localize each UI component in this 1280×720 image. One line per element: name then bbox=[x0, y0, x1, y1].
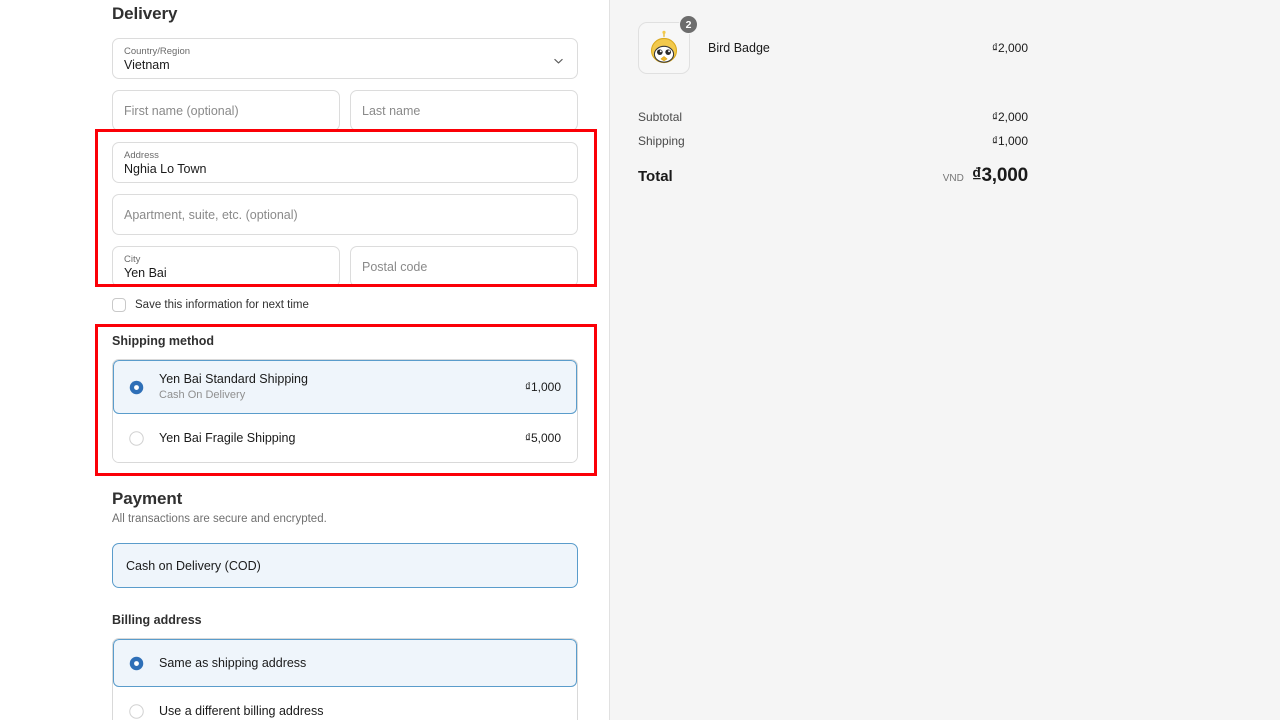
shipping-option-fragile[interactable]: Yen Bai Fragile Shipping ₫5,000 bbox=[113, 414, 577, 462]
payment-heading: Payment bbox=[112, 489, 183, 508]
city-postal-row: City Yen Bai Postal code bbox=[112, 246, 578, 287]
first-name-placeholder: First name (optional) bbox=[124, 103, 239, 118]
last-name-input[interactable]: Last name bbox=[350, 90, 578, 131]
quantity-badge: 2 bbox=[679, 15, 698, 34]
total-label: Total bbox=[638, 168, 673, 185]
billing-option-same-body: Same as shipping address bbox=[159, 655, 561, 671]
checkout-page: Delivery Country/Region Vietnam First na… bbox=[0, 0, 1280, 720]
shipping-option-fragile-body: Yen Bai Fragile Shipping bbox=[159, 430, 525, 446]
shipping-value: ₫1,000 bbox=[991, 134, 1028, 148]
subtotal-label: Subtotal bbox=[638, 110, 683, 124]
billing-option-different-label: Use a different billing address bbox=[159, 704, 324, 718]
radio-unselected-icon[interactable] bbox=[129, 430, 144, 446]
shipping-option-standard-description: Cash On Delivery bbox=[159, 389, 246, 401]
save-info-label: Save this information for next time bbox=[135, 299, 309, 311]
shipping-method-heading: Shipping method bbox=[112, 334, 215, 348]
address-value: Nghia Lo Town bbox=[124, 161, 207, 176]
grand-total-row: Total VND ₫3,000 bbox=[638, 165, 1028, 187]
form-column: Delivery Country/Region Vietnam First na… bbox=[112, 0, 578, 720]
checkout-form-pane: Delivery Country/Region Vietnam First na… bbox=[0, 0, 609, 720]
last-name-placeholder: Last name bbox=[362, 103, 421, 118]
payment-method-cod[interactable]: Cash on Delivery (COD) bbox=[112, 543, 578, 588]
shipping-option-standard-body: Yen Bai Standard Shipping Cash On Delive… bbox=[159, 371, 525, 403]
order-item-price: ₫2,000 bbox=[991, 41, 1028, 55]
apartment-input[interactable]: Apartment, suite, etc. (optional) bbox=[112, 194, 578, 235]
country-region-select[interactable]: Country/Region Vietnam bbox=[112, 38, 578, 79]
radio-selected-icon[interactable] bbox=[129, 380, 144, 395]
payment-method-label: Cash on Delivery (COD) bbox=[126, 558, 261, 573]
apartment-placeholder: Apartment, suite, etc. (optional) bbox=[124, 207, 298, 222]
postal-code-placeholder: Postal code bbox=[362, 259, 428, 274]
address-input[interactable]: Address Nghia Lo Town bbox=[112, 142, 578, 183]
save-info-checkbox[interactable] bbox=[112, 298, 126, 312]
payment-subtitle: All transactions are secure and encrypte… bbox=[112, 513, 327, 525]
country-region-value: Vietnam bbox=[124, 57, 170, 72]
product-thumbnail-wrap: 2 bbox=[638, 15, 698, 74]
billing-option-same[interactable]: Same as shipping address bbox=[113, 639, 577, 687]
city-input[interactable]: City Yen Bai bbox=[112, 246, 340, 287]
billing-address-group: Same as shipping address Use a different… bbox=[112, 638, 578, 720]
city-value: Yen Bai bbox=[124, 265, 167, 280]
order-item-name: Bird Badge bbox=[708, 41, 770, 55]
shipping-option-fragile-price: ₫5,000 bbox=[524, 431, 561, 445]
shipping-option-fragile-label: Yen Bai Fragile Shipping bbox=[159, 431, 296, 445]
total-currency: VND bbox=[942, 173, 964, 184]
total-value: ₫3,000 bbox=[971, 165, 1028, 186]
postal-code-input[interactable]: Postal code bbox=[350, 246, 578, 287]
billing-option-same-label: Same as shipping address bbox=[159, 656, 307, 670]
order-summary-pane: 2 Bird Badge ₫2,000 Subtotal ₫2,000 Ship… bbox=[609, 0, 1280, 720]
subtotal-value: ₫2,000 bbox=[991, 110, 1028, 124]
shipping-method-group: Yen Bai Standard Shipping Cash On Delive… bbox=[112, 359, 578, 463]
total-amount-group: VND ₫3,000 bbox=[943, 165, 1028, 187]
city-label: City bbox=[124, 253, 141, 265]
name-row: First name (optional) Last name bbox=[112, 90, 578, 131]
chevron-down-icon bbox=[553, 53, 564, 64]
billing-option-different-body: Use a different billing address bbox=[159, 703, 561, 719]
order-line-item: 2 Bird Badge ₫2,000 bbox=[638, 15, 1028, 74]
radio-unselected-icon[interactable] bbox=[129, 703, 144, 719]
address-label: Address bbox=[124, 149, 159, 161]
country-region-label: Country/Region bbox=[124, 45, 191, 57]
billing-address-heading: Billing address bbox=[112, 613, 202, 627]
first-name-input[interactable]: First name (optional) bbox=[112, 90, 340, 131]
billing-option-different[interactable]: Use a different billing address bbox=[113, 687, 577, 720]
shipping-option-standard-label: Yen Bai Standard Shipping bbox=[159, 372, 308, 386]
radio-selected-icon[interactable] bbox=[129, 656, 144, 671]
order-summary: 2 Bird Badge ₫2,000 Subtotal ₫2,000 Ship… bbox=[638, 0, 1028, 197]
subtotal-row: Subtotal ₫2,000 bbox=[638, 110, 1028, 124]
shipping-label: Shipping bbox=[638, 134, 685, 148]
save-info-row[interactable]: Save this information for next time bbox=[112, 298, 578, 312]
order-totals: Subtotal ₫2,000 Shipping ₫1,000 Total VN… bbox=[638, 110, 1028, 187]
delivery-heading: Delivery bbox=[112, 4, 178, 23]
shipping-option-standard[interactable]: Yen Bai Standard Shipping Cash On Delive… bbox=[113, 360, 577, 414]
shipping-option-standard-price: ₫1,000 bbox=[524, 380, 561, 394]
shipping-row: Shipping ₫1,000 bbox=[638, 134, 1028, 148]
